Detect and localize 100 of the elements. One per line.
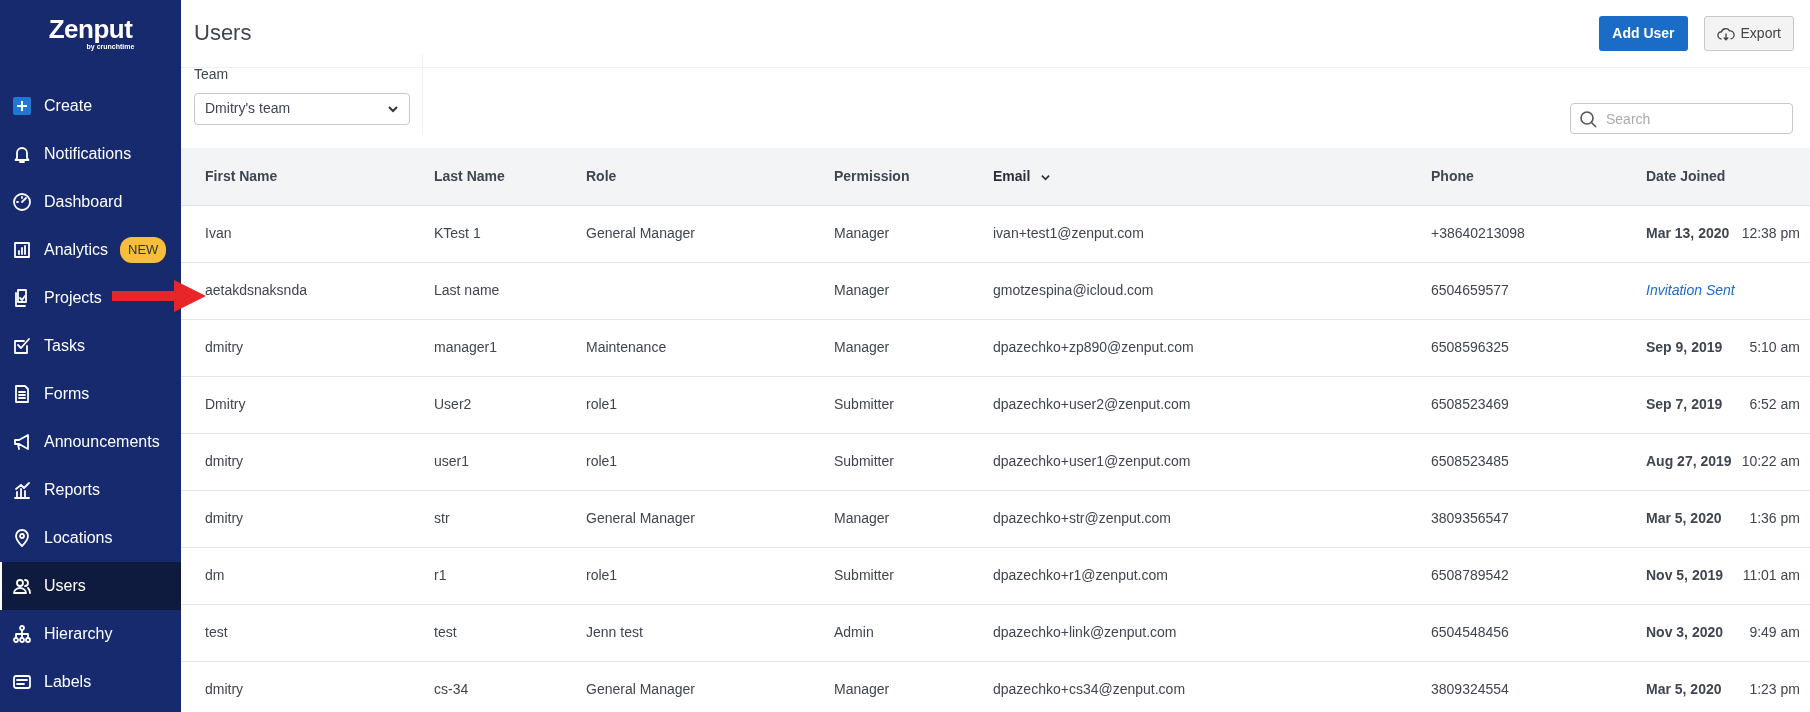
email-cell: dpazechko+link@zenput.com — [993, 624, 1177, 640]
search-field[interactable]: Search — [1570, 103, 1793, 134]
column-header[interactable]: Phone — [1431, 167, 1474, 184]
sidebar-item[interactable]: Notifications — [0, 130, 144, 178]
permission-cell: Manager — [834, 225, 890, 241]
time-joined: 1:36 pm — [1749, 509, 1800, 528]
first-name-cell: dmitry — [205, 453, 244, 469]
add-user-button[interactable]: Add User — [1599, 16, 1688, 51]
phone-cell: 6508596325 — [1431, 339, 1509, 355]
sidebar-item[interactable]: Hierarchy — [0, 610, 125, 658]
phone-cell: 6504548456 — [1431, 624, 1509, 640]
page-title: Users — [194, 20, 252, 47]
date-joined: Mar 13, 2020 — [1646, 224, 1730, 243]
last-name-cell: manager1 — [434, 339, 498, 355]
role-cell: role1 — [586, 396, 618, 412]
sidebar-item[interactable]: Analytics NEW — [0, 226, 179, 274]
sidebar-item[interactable]: Dashboard — [0, 178, 135, 226]
gauge-icon — [12, 192, 32, 212]
checkbox-icon — [12, 336, 32, 356]
first-name-cell: dmitry — [205, 510, 244, 526]
role-cell: General Manager — [586, 225, 695, 241]
sidebar-item[interactable]: Create — [0, 82, 105, 130]
sidebar-item[interactable]: Locations — [0, 514, 125, 562]
permission-cell: Manager — [834, 681, 890, 697]
column-header[interactable]: Date Joined — [1646, 167, 1726, 184]
last-name-cell: test — [434, 624, 457, 640]
email-cell: dpazechko+user1@zenput.com — [993, 453, 1191, 469]
last-name-cell: cs-34 — [434, 681, 469, 697]
column-header[interactable]: Role — [586, 167, 617, 184]
sidebar-item[interactable]: Reports — [0, 466, 113, 514]
role-cell: General Manager — [586, 510, 695, 526]
export-button[interactable]: Export — [1703, 16, 1794, 51]
email-cell: ivan+test1@zenput.com — [993, 225, 1144, 241]
permission-cell: Submitter — [834, 567, 894, 583]
phone-cell: 6508523469 — [1431, 396, 1509, 412]
date-joined: Mar 5, 2020 — [1646, 509, 1722, 528]
location-pin-icon — [12, 528, 32, 548]
column-header[interactable]: Permission — [834, 167, 910, 184]
document-icon — [12, 384, 32, 404]
search-icon — [1579, 110, 1597, 128]
email-cell: dpazechko+r1@zenput.com — [993, 567, 1168, 583]
role-cell: Jenn test — [586, 624, 643, 640]
sidebar-item[interactable]: Announcements — [0, 418, 172, 466]
hierarchy-icon — [12, 624, 32, 644]
sidebar-item[interactable]: Labels — [0, 658, 104, 706]
sidebar-item[interactable]: Projects — [0, 274, 114, 322]
role-cell: role1 — [586, 567, 618, 583]
date-joined: Nov 5, 2019 — [1646, 566, 1724, 585]
time-joined: 12:38 pm — [1741, 224, 1800, 243]
first-name-cell: Dmitry — [205, 396, 246, 412]
megaphone-icon — [12, 432, 32, 452]
sidebar-item[interactable]: Tasks — [0, 322, 97, 370]
time-joined: 11:01 am — [1742, 566, 1800, 585]
date-joined: Sep 7, 2019 — [1646, 395, 1723, 414]
bar-chart-icon — [12, 480, 32, 500]
date-joined: Aug 27, 2019 — [1646, 452, 1732, 471]
last-name-cell: str — [434, 510, 450, 526]
permission-cell: Manager — [834, 339, 890, 355]
email-cell: dpazechko+user2@zenput.com — [993, 396, 1191, 412]
column-header[interactable]: Email — [993, 167, 1031, 184]
permission-cell: Submitter — [834, 453, 894, 469]
permission-cell: Manager — [834, 510, 890, 526]
chart-icon — [12, 240, 32, 260]
plus-icon — [12, 96, 32, 116]
phone-cell: 6508523485 — [1431, 453, 1509, 469]
email-cell: dpazechko+zp890@zenput.com — [993, 339, 1194, 355]
last-name-cell: user1 — [434, 453, 470, 469]
last-name-cell: Last name — [434, 282, 500, 298]
last-name-cell: User2 — [434, 396, 472, 412]
chevron-down-icon — [387, 103, 399, 114]
first-name-cell: dmitry — [205, 339, 244, 355]
time-joined: 9:49 am — [1749, 623, 1800, 642]
email-cell: dpazechko+str@zenput.com — [993, 510, 1172, 526]
role-cell: Maintenance — [586, 339, 667, 355]
time-joined: 1:23 pm — [1749, 680, 1800, 699]
first-name-cell: dmitry — [205, 681, 244, 697]
permission-cell: Admin — [834, 624, 874, 640]
time-joined: 6:52 am — [1749, 395, 1800, 414]
users-icon — [12, 576, 32, 596]
first-name-cell: dm — [205, 567, 225, 583]
column-header[interactable]: Last Name — [434, 167, 505, 184]
team-label: Team — [194, 64, 230, 84]
column-header[interactable]: First Name — [205, 167, 278, 184]
time-joined: 10:22 am — [1741, 452, 1800, 471]
first-name-cell: test — [205, 624, 228, 640]
invitation-status: Invitation Sent — [1646, 281, 1735, 300]
permission-cell: Submitter — [834, 396, 894, 412]
first-name-cell: aetakdsnaksnda — [205, 282, 307, 298]
bell-icon — [12, 144, 32, 164]
permission-cell: Manager — [834, 282, 890, 298]
time-joined: 5:10 am — [1749, 338, 1800, 357]
phone-cell: 6508789542 — [1431, 567, 1509, 583]
team-dropdown[interactable]: Dmitry's team — [194, 92, 410, 125]
date-joined: Nov 3, 2020 — [1646, 623, 1724, 642]
phone-cell: 3809324554 — [1431, 681, 1509, 697]
sidebar-item[interactable]: Users — [0, 562, 181, 610]
phone-cell: 3809356547 — [1431, 510, 1509, 526]
email-cell: dpazechko+cs34@zenput.com — [993, 681, 1186, 697]
sidebar-item[interactable]: Forms — [0, 370, 102, 418]
email-cell: gmotzespina@icloud.com — [993, 282, 1154, 298]
